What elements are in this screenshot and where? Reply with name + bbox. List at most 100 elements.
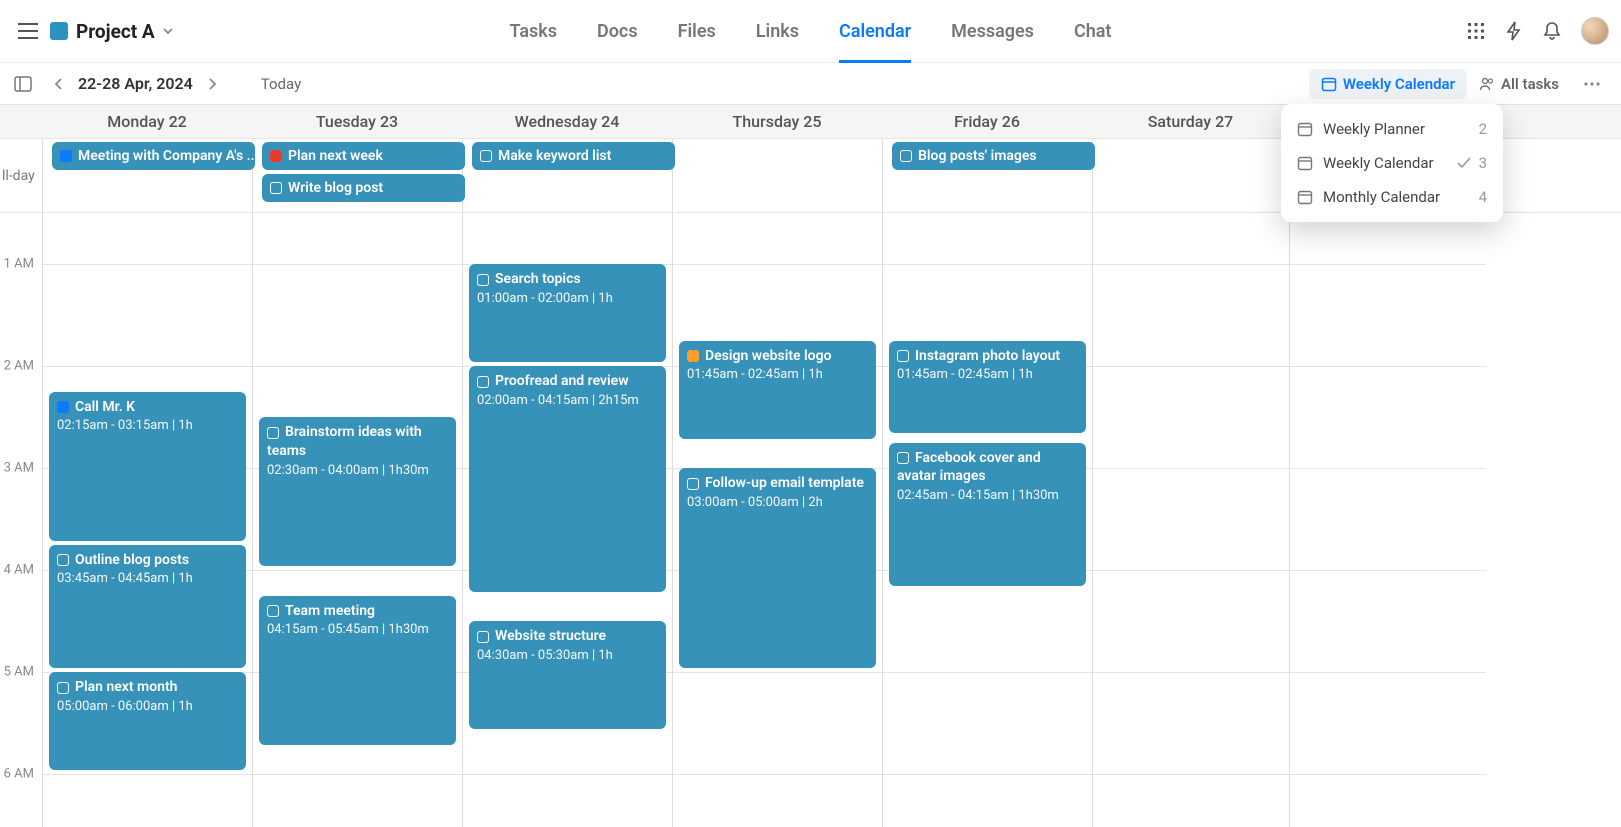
allday-cell[interactable]: Blog posts' images <box>882 139 1092 212</box>
event-title: Call Mr. K <box>75 399 135 415</box>
allday-event[interactable]: Plan next week <box>262 142 465 170</box>
subbar: 22-28 Apr, 2024 Today Weekly Calendar Al… <box>0 63 1621 105</box>
allday-cell[interactable]: Plan next week Write blog post <box>252 139 462 212</box>
allday-cell[interactable] <box>1092 139 1289 212</box>
event-time: 02:30am - 04:00am | 1h30m <box>267 463 448 480</box>
tab-docs[interactable]: Docs <box>597 0 638 63</box>
grid-col[interactable]: Call Mr. K02:15am - 03:15am | 1hOutline … <box>42 213 252 827</box>
checkbox-icon[interactable] <box>267 427 279 439</box>
dropdown-item-weekly-calendar[interactable]: Weekly Calendar 3 <box>1287 146 1497 180</box>
allday-event[interactable]: Make keyword list <box>472 142 675 170</box>
next-week-button[interactable] <box>203 73 221 95</box>
time-label: 5 AM <box>4 665 34 680</box>
tab-chat[interactable]: Chat <box>1074 0 1112 63</box>
event-time: 03:45am - 04:45am | 1h <box>57 571 238 588</box>
checkbox-icon[interactable] <box>480 150 492 162</box>
allday-event[interactable]: Blog posts' images <box>892 142 1095 170</box>
day-header-tue: Tuesday 23 <box>252 105 462 138</box>
check-icon <box>1457 157 1471 169</box>
dropdown-label: Weekly Planner <box>1323 120 1425 138</box>
dropdown-item-weekly-planner[interactable]: Weekly Planner 2 <box>1287 112 1497 146</box>
tab-messages[interactable]: Messages <box>951 0 1034 63</box>
timed-event[interactable]: Search topics01:00am - 02:00am | 1h <box>469 264 666 362</box>
people-icon <box>1479 76 1495 92</box>
checkbox-icon[interactable] <box>477 274 489 286</box>
checkbox-icon[interactable] <box>57 682 69 694</box>
grid-col[interactable]: Instagram photo layout01:45am - 02:45am … <box>882 213 1092 827</box>
grid-col[interactable]: Design website logo01:45am - 02:45am | 1… <box>672 213 882 827</box>
event-title: Plan next month <box>75 679 177 695</box>
allday-event[interactable]: Write blog post <box>262 174 465 202</box>
event-title: Make keyword list <box>498 147 611 165</box>
tab-tasks[interactable]: Tasks <box>510 0 558 63</box>
timed-event[interactable]: Plan next month05:00am - 06:00am | 1h <box>49 672 246 770</box>
allday-cell[interactable]: Meeting with Company A's ... <box>42 139 252 212</box>
date-range: 22-28 Apr, 2024 <box>78 74 193 93</box>
day-header-mon: Monday 22 <box>42 105 252 138</box>
topbar: Project A Tasks Docs Files Links Calenda… <box>0 0 1621 63</box>
apps-icon[interactable] <box>1467 22 1485 40</box>
checkbox-icon[interactable] <box>900 150 912 162</box>
allday-event[interactable]: Meeting with Company A's ... <box>52 142 255 170</box>
allday-cell[interactable]: Make keyword list <box>462 139 672 212</box>
all-day-label: ll-day <box>0 139 42 212</box>
allday-cell[interactable] <box>672 139 882 212</box>
timed-event[interactable]: Follow-up email template03:00am - 05:00a… <box>679 468 876 668</box>
day-header-sat: Saturday 27 <box>1092 105 1289 138</box>
checkbox-icon[interactable] <box>897 452 909 464</box>
bell-icon[interactable] <box>1543 21 1561 41</box>
checkbox-icon[interactable] <box>57 401 69 413</box>
bolt-icon[interactable] <box>1505 21 1523 41</box>
event-time: 04:15am - 05:45am | 1h30m <box>267 622 448 639</box>
checkbox-icon[interactable] <box>687 350 699 362</box>
tab-links[interactable]: Links <box>756 0 799 63</box>
more-icon[interactable] <box>1577 75 1607 93</box>
event-title: Meeting with Company A's ... <box>78 147 255 165</box>
timed-event[interactable]: Website structure04:30am - 05:30am | 1h <box>469 621 666 729</box>
event-time: 04:30am - 05:30am | 1h <box>477 648 658 665</box>
checkbox-icon[interactable] <box>897 350 909 362</box>
checkbox-icon[interactable] <box>60 150 72 162</box>
view-dropdown: Weekly Planner 2 Weekly Calendar 3 Month… <box>1281 104 1503 222</box>
top-right <box>1467 17 1609 45</box>
panel-toggle-icon[interactable] <box>14 76 32 92</box>
grid-col[interactable]: Brainstorm ideas with teams02:30am - 04:… <box>252 213 462 827</box>
event-title: Write blog post <box>288 179 383 197</box>
menu-icon[interactable] <box>12 17 44 45</box>
checkbox-icon[interactable] <box>267 605 279 617</box>
view-selector[interactable]: Weekly Calendar <box>1309 69 1467 99</box>
today-button[interactable]: Today <box>261 75 301 93</box>
all-tasks-button[interactable]: All tasks <box>1467 69 1571 99</box>
event-title: Outline blog posts <box>75 552 189 568</box>
timed-event[interactable]: Call Mr. K02:15am - 03:15am | 1h <box>49 392 246 541</box>
checkbox-icon[interactable] <box>57 554 69 566</box>
dropdown-shortcut: 3 <box>1479 154 1487 172</box>
timed-event[interactable]: Instagram photo layout01:45am - 02:45am … <box>889 341 1086 434</box>
event-time: 02:00am - 04:15am | 2h15m <box>477 393 658 410</box>
checkbox-icon[interactable] <box>687 478 699 490</box>
timed-event[interactable]: Facebook cover and avatar images02:45am … <box>889 443 1086 587</box>
checkbox-icon[interactable] <box>270 150 282 162</box>
calendar-icon <box>1297 155 1313 171</box>
tab-calendar[interactable]: Calendar <box>839 0 911 63</box>
timed-event[interactable]: Brainstorm ideas with teams02:30am - 04:… <box>259 417 456 566</box>
grid-col[interactable] <box>1289 213 1486 827</box>
timed-event[interactable]: Outline blog posts 03:45am - 04:45am | 1h <box>49 545 246 669</box>
prev-week-button[interactable] <box>50 73 68 95</box>
grid-col[interactable]: Search topics01:00am - 02:00am | 1hProof… <box>462 213 672 827</box>
grid-cols: Call Mr. K02:15am - 03:15am | 1hOutline … <box>42 213 1486 827</box>
timed-event[interactable]: Team meeting04:15am - 05:45am | 1h30m <box>259 596 456 745</box>
event-time: 01:00am - 02:00am | 1h <box>477 291 658 308</box>
chevron-down-icon[interactable] <box>161 24 175 38</box>
checkbox-icon[interactable] <box>270 182 282 194</box>
avatar[interactable] <box>1581 17 1609 45</box>
event-title: Follow-up email template <box>705 475 864 491</box>
timed-event[interactable]: Proofread and review02:00am - 04:15am | … <box>469 366 666 592</box>
checkbox-icon[interactable] <box>477 376 489 388</box>
checkbox-icon[interactable] <box>477 631 489 643</box>
dropdown-label: Weekly Calendar <box>1323 154 1434 172</box>
dropdown-item-monthly-calendar[interactable]: Monthly Calendar 4 <box>1287 180 1497 214</box>
timed-event[interactable]: Design website logo01:45am - 02:45am | 1… <box>679 341 876 439</box>
tab-files[interactable]: Files <box>678 0 716 63</box>
grid-col[interactable] <box>1092 213 1289 827</box>
